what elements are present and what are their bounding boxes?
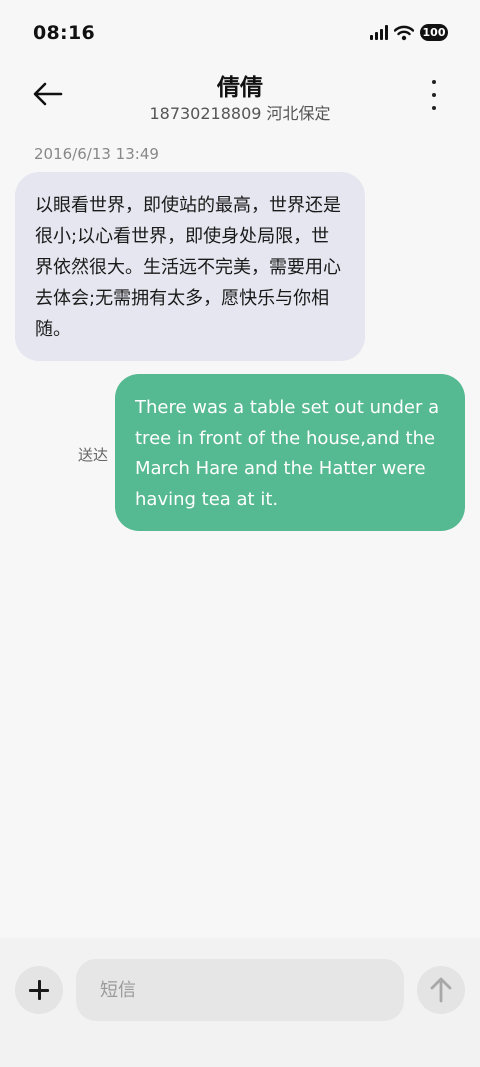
- message-timestamp: 2016/6/13 13:49: [34, 145, 159, 163]
- message-input[interactable]: [76, 959, 404, 1021]
- composer-bar: [0, 938, 480, 1067]
- delivery-status: 送达: [78, 446, 109, 464]
- contact-name: 倩倩: [217, 75, 263, 101]
- incoming-message-bubble[interactable]: 以眼看世界，即使站的最高，世界还是很小;以心看世界，即使身处局限，世界依然很大。…: [15, 172, 365, 361]
- battery-icon: 100: [420, 24, 448, 41]
- status-bar: 08:16 100: [0, 0, 480, 66]
- status-time: 08:16: [33, 22, 95, 44]
- send-arrow-icon: [430, 977, 452, 1003]
- status-icons: 100: [370, 24, 448, 41]
- signal-icon: [370, 25, 388, 40]
- contact-number-location: 18730218809 河北保定: [149, 104, 331, 123]
- outgoing-message-bubble[interactable]: There was a table set out under a tree i…: [115, 374, 465, 531]
- add-attachment-button[interactable]: [15, 966, 63, 1014]
- conversation-header: 倩倩 18730218809 河北保定: [0, 62, 480, 126]
- wifi-icon: [394, 25, 414, 40]
- send-button[interactable]: [417, 966, 465, 1014]
- more-options-icon[interactable]: [424, 80, 444, 110]
